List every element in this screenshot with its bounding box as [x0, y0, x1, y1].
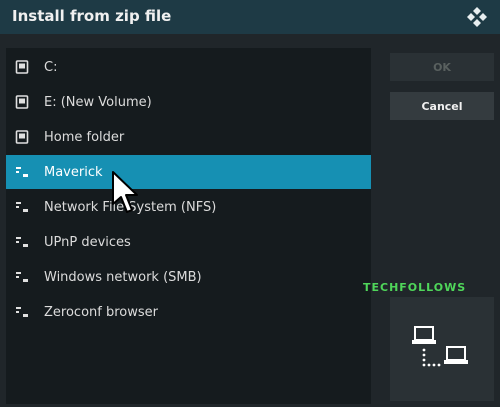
- network-share-icon: [16, 272, 28, 282]
- list-item-label: C:: [44, 59, 58, 75]
- cancel-button[interactable]: Cancel: [390, 92, 494, 120]
- drive-icon: [15, 130, 29, 144]
- list-item-nfs[interactable]: Network File System (NFS): [6, 190, 371, 224]
- dialog-title: Install from zip file: [12, 7, 172, 25]
- list-item-smb[interactable]: Windows network (SMB): [6, 260, 371, 294]
- list-item-home-folder[interactable]: Home folder: [6, 120, 371, 154]
- list-item-label: E: (New Volume): [44, 94, 152, 110]
- network-computers-icon: [412, 326, 468, 367]
- source-list: C: E: (New Volume) Home folder Maverick …: [6, 48, 371, 404]
- source-thumbnail: [390, 297, 494, 401]
- network-share-icon: [16, 202, 28, 212]
- list-item-label: Home folder: [44, 129, 125, 145]
- ok-button[interactable]: OK: [390, 53, 494, 81]
- kodi-logo-icon: [467, 7, 487, 27]
- drive-icon: [15, 60, 29, 74]
- watermark-text: TECHFOLLOWS: [363, 281, 467, 294]
- list-item-c-drive[interactable]: C:: [6, 50, 371, 84]
- network-share-icon: [16, 167, 28, 177]
- list-item-maverick[interactable]: Maverick: [6, 155, 371, 189]
- list-item-label: Windows network (SMB): [44, 269, 202, 285]
- list-item-upnp[interactable]: UPnP devices: [6, 225, 371, 259]
- list-item-label: Maverick: [44, 164, 103, 180]
- drive-icon: [15, 95, 29, 109]
- list-item-label: Zeroconf browser: [44, 304, 158, 320]
- network-share-icon: [16, 307, 28, 317]
- list-item-e-drive[interactable]: E: (New Volume): [6, 85, 371, 119]
- list-item-zeroconf[interactable]: Zeroconf browser: [6, 295, 371, 329]
- mouse-pointer-icon: [112, 171, 138, 213]
- list-item-label: UPnP devices: [44, 234, 131, 250]
- network-share-icon: [16, 237, 28, 247]
- title-bar: Install from zip file: [0, 0, 500, 34]
